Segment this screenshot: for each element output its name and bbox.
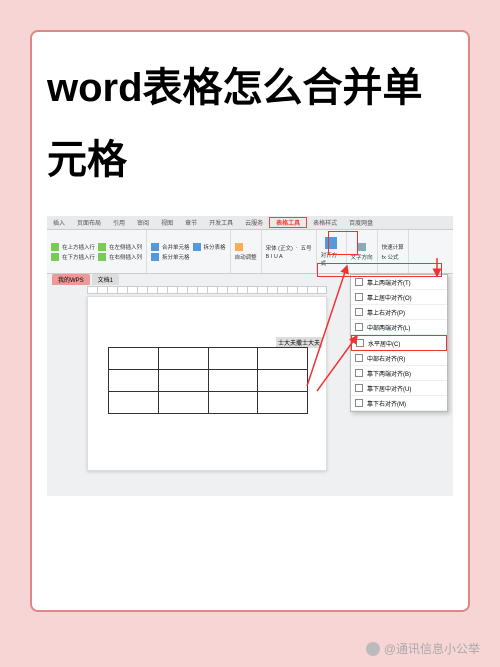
card: word表格怎么合并单元格 插入 页面布局 引用 审阅 视图 章节 开发工具 云… [30,30,470,612]
dd-top-left[interactable]: 靠上两端对齐(T) [351,275,447,290]
autofit-icon [235,243,243,251]
dd-bot-right[interactable]: 靠下右对齐(M) [351,396,447,411]
page-title: word表格怎么合并单元格 [47,52,453,196]
ribbon-text-dir[interactable]: 文字方向 [347,230,378,273]
ruler [87,286,327,294]
align-tr-icon [355,308,363,316]
tab-view[interactable]: 视图 [155,218,179,227]
dd-bot-left[interactable]: 靠下两端对齐(B) [351,366,447,381]
ribbon-formula: 快速计算 fx 公式 [378,230,409,273]
quick-calc-label[interactable]: 快速计算 [382,243,404,251]
align-bl-icon [355,369,363,377]
split-label[interactable]: 拆分单元格 [162,253,190,261]
split-icon [151,253,159,261]
dd-top-right[interactable]: 靠上右对齐(P) [351,305,447,320]
align-ml-icon [355,323,363,331]
ribbon-tabs: 插入 页面布局 引用 审阅 视图 章节 开发工具 云服务 表格工具 表格样式 百… [47,216,453,230]
dd-center[interactable]: 水平居中(C) [351,335,447,351]
split-table-label[interactable]: 拆分表格 [204,243,226,251]
align-dropdown: 靠上两端对齐(T) 靠上居中对齐(O) 靠上右对齐(P) 中部两端对齐(L) 水… [350,274,448,412]
insert-right-icon [98,253,106,261]
watermark-text: @通讯信息小公举 [384,640,480,657]
tab-section[interactable]: 章节 [179,218,203,227]
ribbon-merge: 合并单元格 拆分表格 拆分单元格 [147,230,231,273]
align-mr-icon [355,354,363,362]
doc-tab-wps[interactable]: 我的WPS [52,274,90,285]
dd-mid-left[interactable]: 中部两端对齐(L) [351,320,447,335]
autofit-label: 自动调整 [235,253,257,261]
insert-left-label[interactable]: 在左侧插入列 [109,243,142,251]
dd-mid-right[interactable]: 中部右对齐(R) [351,351,447,366]
document-tabs: 我的WPS 文档1 [52,274,119,285]
tab-layout[interactable]: 页面布局 [71,218,107,227]
ribbon-insert-rows: 在上方插入行 在左侧插入列 在下方插入行 在右侧插入列 [47,230,147,273]
dd-top-center[interactable]: 靠上居中对齐(O) [351,290,447,305]
document-page: 士大夫撒士大夫 [87,296,327,471]
tab-table-tools[interactable]: 表格工具 [269,217,307,228]
split-table-icon [193,243,201,251]
insert-below-label[interactable]: 在下方插入行 [62,253,95,261]
tab-dev[interactable]: 开发工具 [203,218,239,227]
ribbon-autofit[interactable]: 自动调整 [231,230,262,273]
align-c-icon [356,339,364,347]
tab-review[interactable]: 审阅 [131,218,155,227]
insert-below-icon [51,253,59,261]
ribbon: 在上方插入行 在左侧插入列 在下方插入行 在右侧插入列 合并单元格 拆分表格 拆分单元… [47,230,453,274]
tab-insert[interactable]: 插入 [47,218,71,227]
dd-bot-center[interactable]: 靠下居中对齐(U) [351,381,447,396]
font-size[interactable]: 五号 [301,244,312,252]
merge-icon [151,243,159,251]
merge-label[interactable]: 合并单元格 [162,243,190,251]
insert-above-icon [51,243,59,251]
watermark: @通讯信息小公举 [366,640,480,657]
font-style-buttons[interactable]: B I U A [266,254,312,260]
tab-baidu[interactable]: 百度网盘 [343,218,379,227]
watermark-avatar-icon [366,642,380,656]
formula-label[interactable]: fx 公式 [382,253,404,261]
insert-right-label[interactable]: 在右侧插入列 [109,253,142,261]
align-tc-icon [355,293,363,301]
sample-table[interactable] [108,347,308,414]
doc-tab-1[interactable]: 文档1 [92,274,119,285]
app-screenshot: 插入 页面布局 引用 审阅 视图 章节 开发工具 云服务 表格工具 表格样式 百… [47,216,453,496]
align-icon [325,237,337,249]
insert-above-label[interactable]: 在上方插入行 [62,243,95,251]
tab-cloud[interactable]: 云服务 [239,218,269,227]
align-tl-icon [355,278,363,286]
insert-left-icon [98,243,106,251]
ribbon-font: 宋体 (正文) · 五号 B I U A [262,230,317,273]
font-name[interactable]: 宋体 (正文) [266,244,293,252]
tab-ref[interactable]: 引用 [107,218,131,227]
text-dir-icon [358,243,366,251]
align-bc-icon [355,384,363,392]
align-label: 对齐方式 [321,251,342,267]
align-br-icon [355,399,363,407]
tab-table-style[interactable]: 表格样式 [307,218,343,227]
ribbon-align[interactable]: 对齐方式 [317,230,347,273]
text-dir-label: 文字方向 [351,253,373,261]
